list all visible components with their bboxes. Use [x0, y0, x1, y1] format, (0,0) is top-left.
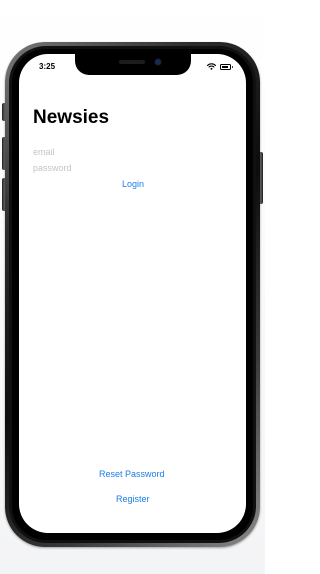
- speaker-grille: [119, 60, 145, 64]
- login-button[interactable]: Login: [122, 179, 144, 189]
- reset-password-button[interactable]: Reset Password: [99, 469, 165, 479]
- app-title: Newsies: [33, 107, 110, 128]
- front-camera: [155, 59, 161, 65]
- email-field[interactable]: [33, 145, 183, 159]
- notch: [75, 54, 191, 75]
- wifi-icon: [207, 63, 216, 70]
- register-button[interactable]: Register: [116, 494, 150, 504]
- phone-screen: 3:25 Newsies Login Reset Password Regist…: [19, 54, 246, 533]
- battery-icon: [220, 64, 233, 70]
- password-field[interactable]: [33, 161, 183, 175]
- status-time: 3:25: [39, 62, 56, 71]
